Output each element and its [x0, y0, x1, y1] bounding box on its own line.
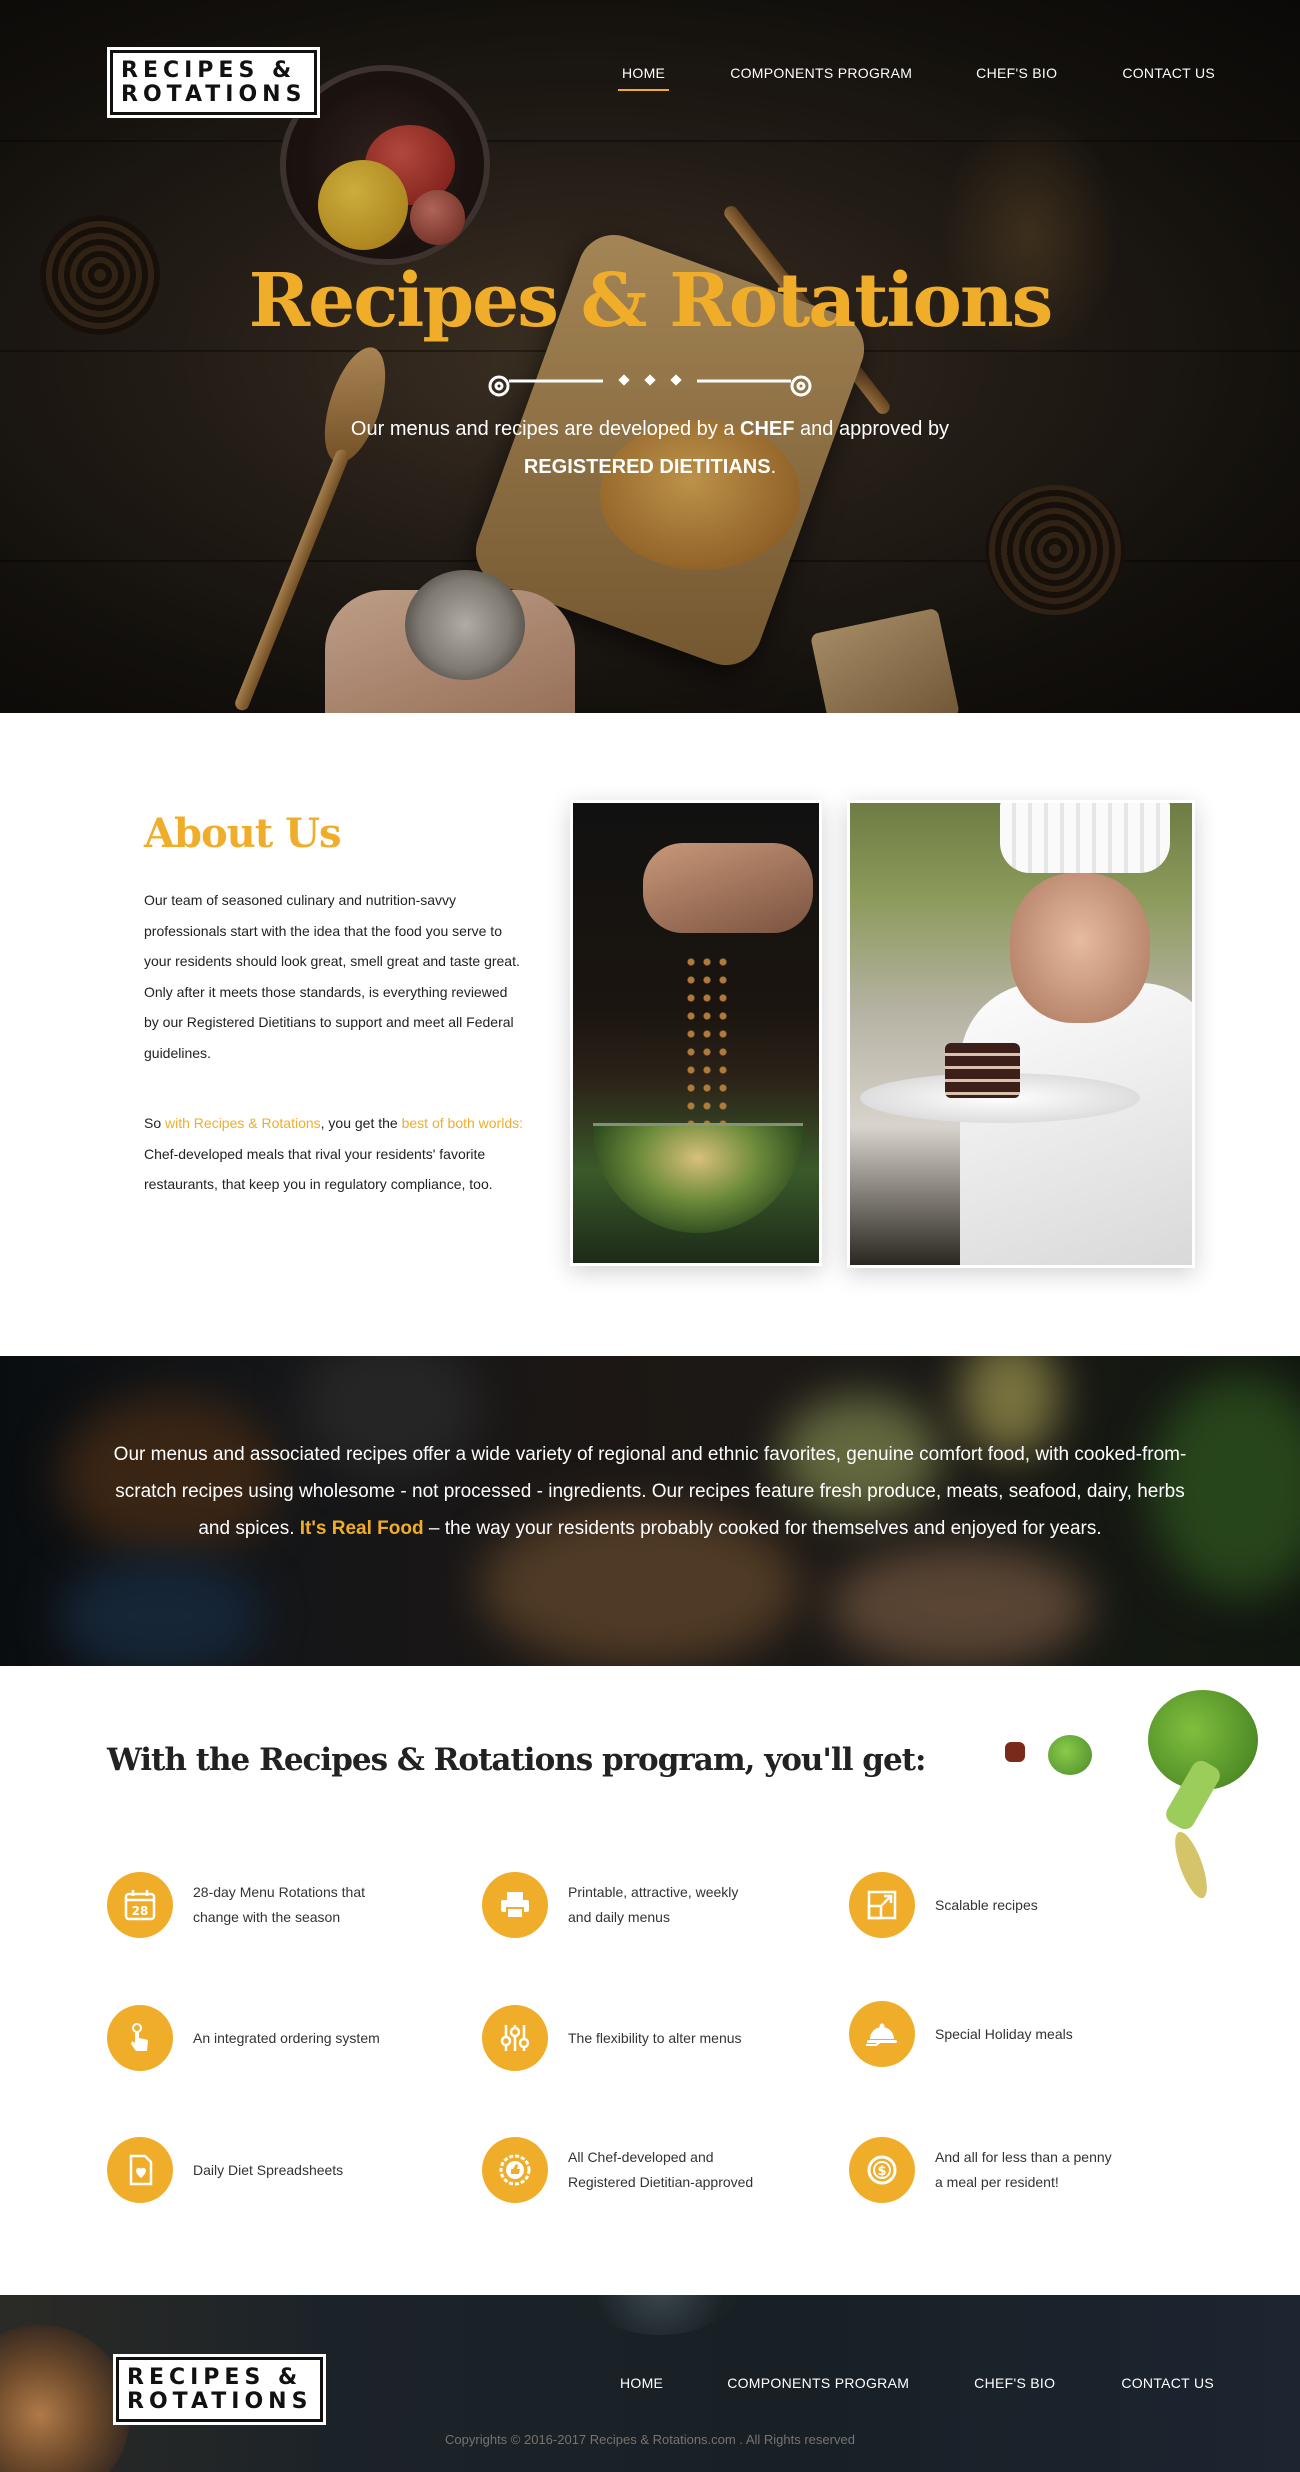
- feature-alter-menus: The flexibility to alter menus: [482, 2005, 742, 2071]
- logo-line1: RECIPES &: [121, 58, 297, 83]
- walnut-bowl-image: [0, 2325, 130, 2472]
- feature-ordering-system: An integrated ordering system: [107, 2005, 380, 2071]
- about-title: About Us: [144, 810, 342, 857]
- logo-line1: RECIPES &: [127, 2365, 303, 2390]
- about-paragraph-2: So with Recipes & Rotations, you get the…: [144, 1115, 524, 1192]
- cooking-photo: [570, 800, 822, 1266]
- nav-contact-us[interactable]: CONTACT US: [1122, 65, 1215, 91]
- banner-text: Our menus and associated recipes offer a…: [113, 1444, 1187, 1539]
- svg-text:28: 28: [132, 1904, 149, 1918]
- hero-title: Recipes & Rotations: [248, 258, 1054, 344]
- printer-icon: [482, 1872, 548, 1938]
- chef-photo: [847, 800, 1195, 1268]
- footer-nav: HOME COMPONENTS PROGRAM CHEF'S BIO CONTA…: [620, 2375, 1214, 2401]
- diet-sheet-icon: [107, 2137, 173, 2203]
- feature-menu-rotations: 28 28-day Menu Rotations that change with…: [107, 1872, 365, 1938]
- feature-scalable-recipes: Scalable recipes: [849, 1872, 1038, 1938]
- hero-subtitle: Our menus and recipes are developed by a…: [350, 418, 950, 478]
- scale-icon: [849, 1872, 915, 1938]
- logo-line2: ROTATIONS: [127, 2389, 313, 2414]
- footer-nav-contact-us[interactable]: CONTACT US: [1121, 2375, 1214, 2401]
- copyright-text: Copyrights © 2016-2017 Recipes & Rotatio…: [445, 2432, 855, 2447]
- cloche-icon: [849, 2001, 915, 2067]
- footer-nav-home[interactable]: HOME: [620, 2375, 663, 2401]
- real-food-banner: Our menus and associated recipes offer a…: [0, 1356, 1300, 1666]
- nav-components-program[interactable]: COMPONENTS PROGRAM: [730, 65, 912, 91]
- nav-chefs-bio[interactable]: CHEF'S BIO: [976, 65, 1057, 91]
- approved-badge-icon: [482, 2137, 548, 2203]
- feature-holiday-meals: Special Holiday meals: [849, 2001, 1073, 2067]
- header-logo[interactable]: RECIPES & ROTATIONS: [106, 47, 321, 118]
- footer-nav-chefs-bio[interactable]: CHEF'S BIO: [974, 2375, 1055, 2401]
- feature-printable-menus: Printable, attractive, weekly and daily m…: [482, 1872, 738, 1938]
- header-nav: HOME COMPONENTS PROGRAM CHEF'S BIO CONTA…: [617, 65, 1215, 91]
- logo-line2: ROTATIONS: [121, 82, 307, 107]
- footer-nav-components-program[interactable]: COMPONENTS PROGRAM: [727, 2375, 909, 2401]
- ornamental-divider: [488, 374, 812, 397]
- sliders-icon: [482, 2005, 548, 2071]
- calendar-icon: 28: [107, 1872, 173, 1938]
- touch-order-icon: [107, 2005, 173, 2071]
- feature-approved: All Chef-developed and Registered Dietiti…: [482, 2137, 753, 2203]
- features-title: With the Recipes & Rotations program, yo…: [107, 1742, 926, 1778]
- about-paragraph-1: Our team of seasoned culinary and nutrit…: [144, 892, 520, 1061]
- dollar-coin-icon: $: [849, 2137, 915, 2203]
- nav-home[interactable]: HOME: [617, 65, 670, 91]
- feature-diet-spreadsheets: Daily Diet Spreadsheets: [107, 2137, 343, 2203]
- svg-text:$: $: [877, 2164, 886, 2179]
- hero-section: RECIPES & ROTATIONS HOME COMPONENTS PROG…: [0, 0, 1300, 713]
- footer-logo[interactable]: RECIPES & ROTATIONS: [112, 2354, 327, 2425]
- feature-penny-a-meal: $ And all for less than a penny a meal pe…: [849, 2137, 1112, 2203]
